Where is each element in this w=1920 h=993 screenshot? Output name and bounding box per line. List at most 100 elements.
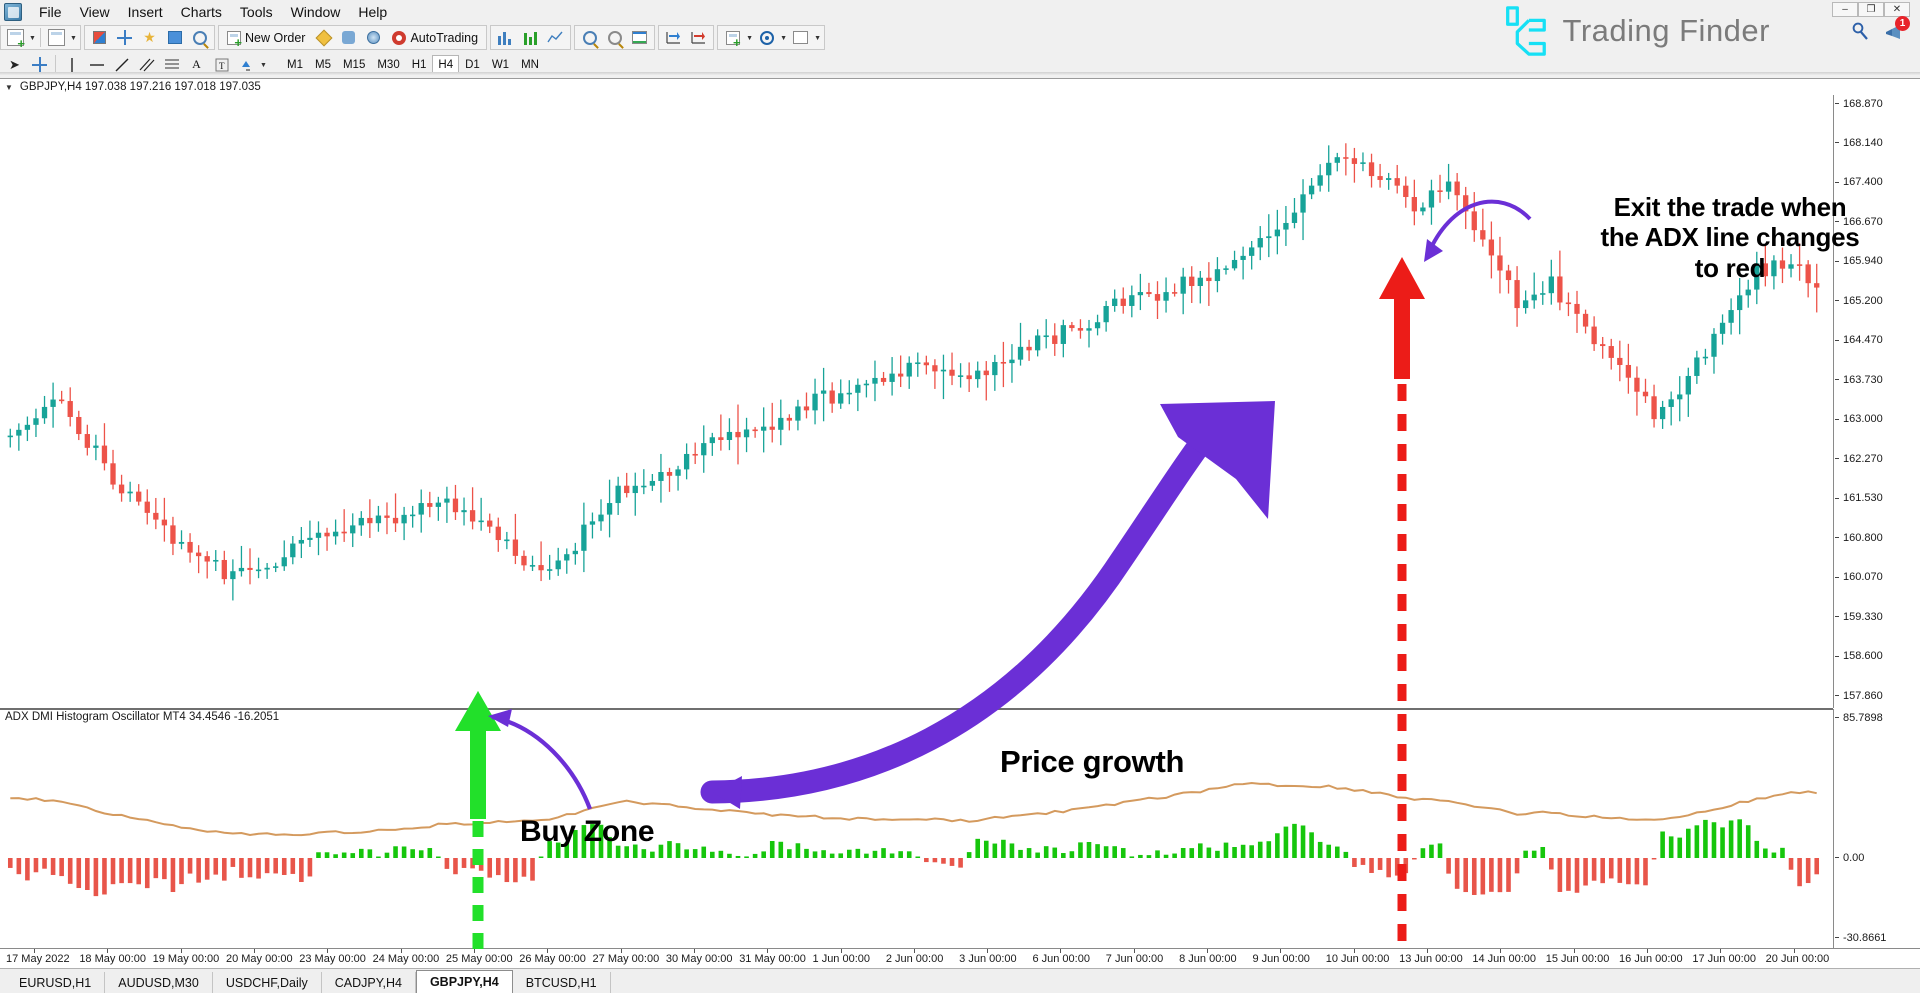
toolbar-group-windows: ★	[84, 25, 215, 50]
price-pane[interactable]	[0, 95, 1833, 708]
price-tick: 167.400	[1834, 176, 1920, 189]
autotrading-button[interactable]: AutoTrading	[386, 26, 484, 49]
zoom-out-icon[interactable]	[602, 26, 627, 49]
time-tick-label: 3 Jun 00:00	[959, 953, 1017, 965]
close-button[interactable]: ✕	[1884, 2, 1910, 17]
terminal-icon[interactable]	[162, 26, 187, 49]
oscillator-tick: 0.00	[1834, 851, 1920, 864]
menu-item-tools[interactable]: Tools	[231, 2, 282, 22]
chart-tab-eurusd-h1[interactable]: EURUSD,H1	[6, 972, 106, 993]
candlestick-chart	[7, 143, 1820, 601]
chart-tab-gbpjpy-h4[interactable]: GBPJPY,H4	[415, 970, 513, 993]
chart-symbol-text: GBPJPY,H4 197.038 197.216 197.018 197.03…	[19, 81, 261, 93]
profiles-dropdown-icon[interactable]: ▼	[69, 26, 78, 49]
autotrading-label: AutoTrading	[410, 30, 479, 45]
maximize-button[interactable]: ❐	[1858, 2, 1884, 17]
brand-logo: Trading Finder	[1500, 5, 1770, 57]
toolbar-group-trading: + New Order AutoTrading	[218, 25, 488, 50]
new-chart-dropdown-icon[interactable]: ▼	[28, 26, 37, 49]
price-tick: 157.860	[1834, 689, 1920, 702]
price-tick: 164.470	[1834, 334, 1920, 347]
price-tick: 159.330	[1834, 610, 1920, 623]
search-icon[interactable]	[1850, 21, 1870, 41]
oscillator-pane[interactable]	[0, 709, 1833, 948]
time-tick-label: 15 Jun 00:00	[1545, 953, 1610, 965]
toolbar-group-chartstyle	[490, 25, 572, 50]
time-tick-label: 23 May 00:00	[299, 953, 366, 965]
auto-scroll-icon[interactable]	[686, 26, 711, 49]
profiles-icon[interactable]	[44, 26, 69, 49]
menu-item-view[interactable]: View	[71, 2, 119, 22]
price-tick: 168.140	[1834, 136, 1920, 149]
indicator-header: ADX DMI Histogram Oscillator MT4 34.4546…	[5, 711, 279, 723]
strategy-tester-icon[interactable]	[187, 26, 212, 49]
tile-windows-icon[interactable]	[627, 26, 652, 49]
line-chart-icon[interactable]	[543, 26, 568, 49]
divider	[40, 28, 41, 47]
price-axis[interactable]: 168.870 168.140 167.400 166.670 165.940 165.2…	[1833, 95, 1920, 708]
price-tick: 162.270	[1834, 452, 1920, 465]
chart-tab-cadjpy-h4[interactable]: CADJPY,H4	[322, 972, 416, 993]
period-dropdown-icon[interactable]: ▼	[779, 26, 788, 49]
indicator-name-text: ADX DMI Histogram Oscillator MT4 34.4546…	[5, 711, 280, 723]
time-tick-label: 14 Jun 00:00	[1472, 953, 1537, 965]
toolbar-group-shift	[658, 25, 715, 50]
price-tick: 166.670	[1834, 215, 1920, 228]
time-tick-label: 7 Jun 00:00	[1105, 953, 1164, 965]
new-order-button[interactable]: + New Order	[221, 26, 311, 49]
time-tick-label: 25 May 00:00	[445, 953, 513, 965]
indicator-dropdown-icon[interactable]: ▼	[745, 26, 754, 49]
new-chart-icon[interactable]: +	[3, 26, 28, 50]
time-tick-label: 17 May 2022	[6, 953, 70, 965]
time-axis[interactable]: 17 May 2022 18 May 00:00 19 May 00:00 20 Ma…	[0, 948, 1920, 970]
period-selector-icon[interactable]	[754, 26, 779, 49]
price-tick: 168.870	[1834, 97, 1920, 110]
new-order-label: New Order	[245, 30, 306, 45]
time-tick-label: 16 Jun 00:00	[1619, 953, 1683, 965]
menu-item-help[interactable]: Help	[349, 2, 396, 22]
metaeditor-icon[interactable]	[311, 26, 336, 49]
time-tick-label: 27 May 00:00	[592, 953, 660, 965]
time-tick-label: 8 Jun 00:00	[1179, 953, 1237, 965]
menu-item-window[interactable]: Window	[282, 2, 350, 22]
time-tick-label: 17 Jun 00:00	[1692, 953, 1756, 965]
chart-tab-usdchf-daily[interactable]: USDCHF,Daily	[213, 972, 322, 993]
navigator-icon[interactable]: ★	[137, 26, 162, 49]
chart-shift-icon[interactable]	[661, 26, 686, 49]
chart-window[interactable]: ▼ GBPJPY,H4 197.038 197.216 197.018 197.…	[0, 78, 1920, 970]
chart-tab-bar[interactable]: EURUSD,H1 AUDUSD,M30 USDCHF,Daily CADJPY,H4…	[0, 968, 1920, 993]
toolbar-group-indicators: + ▼ ▼ ▼	[717, 25, 826, 50]
price-tick: 165.940	[1834, 255, 1920, 268]
templates-dropdown-icon[interactable]: ▼	[813, 26, 822, 49]
chart-collapse-icon[interactable]: ▼	[5, 83, 13, 92]
chart-tab-audusd-m30[interactable]: AUDUSD,M30	[105, 972, 213, 993]
price-tick: 160.070	[1834, 571, 1920, 584]
time-tick-label: 9 Jun 00:00	[1252, 953, 1310, 965]
menu-item-insert[interactable]: Insert	[119, 2, 172, 22]
data-window-icon[interactable]	[112, 26, 137, 49]
window-controls: – ❐ ✕	[1832, 2, 1910, 17]
notification-badge: 1	[1895, 16, 1910, 31]
candlestick-chart-icon[interactable]	[518, 26, 543, 49]
price-tick: 165.200	[1834, 294, 1920, 307]
minimize-button[interactable]: –	[1832, 2, 1858, 17]
top-right-icons: 1	[1850, 16, 1910, 41]
time-tick-label: 20 May 00:00	[225, 953, 293, 965]
signals-icon[interactable]	[361, 26, 386, 49]
zoom-in-icon[interactable]	[577, 26, 602, 49]
chart-tab-btcusd-h1[interactable]: BTCUSD,H1	[513, 972, 611, 993]
time-tick-label: 2 Jun 00:00	[885, 953, 944, 965]
menu-item-charts[interactable]: Charts	[172, 2, 231, 22]
bar-chart-icon[interactable]	[493, 26, 518, 49]
add-indicator-icon[interactable]: +	[720, 26, 745, 49]
mql5-community-icon[interactable]	[336, 26, 361, 49]
time-tick-label: 20 Jun 00:00	[1765, 953, 1830, 965]
time-tick-label: 18 May 00:00	[79, 953, 146, 965]
templates-icon[interactable]	[788, 26, 813, 49]
market-watch-icon[interactable]	[87, 26, 112, 49]
oscillator-axis[interactable]: 85.7898 0.00 -30.8661	[1833, 709, 1920, 948]
menu-item-file[interactable]: File	[30, 2, 71, 22]
brand-name: Trading Finder	[1562, 13, 1770, 48]
megaphone-icon[interactable]: 1	[1884, 16, 1910, 41]
trading-finder-logo	[1505, 6, 1546, 56]
